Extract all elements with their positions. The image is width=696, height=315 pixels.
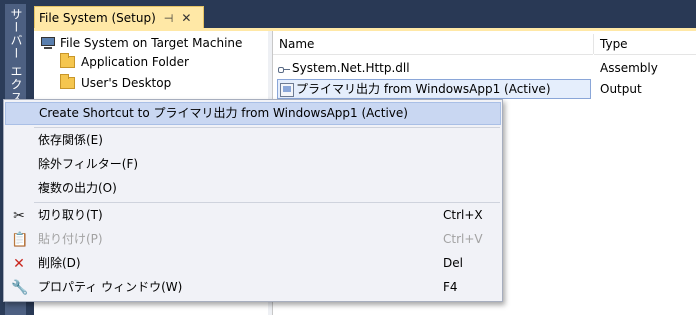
menu-item-shortcut: Ctrl+V: [443, 232, 483, 246]
menu-item-label: 複数の出力(O): [38, 181, 117, 195]
tree-node-root[interactable]: File System on Target Machine: [40, 33, 242, 53]
tree-node-root-label: File System on Target Machine: [60, 36, 243, 50]
folder-icon: [60, 74, 75, 89]
menu-item-shortcut: Del: [443, 256, 463, 270]
menu-item-cut[interactable]: ✂ 切り取り(T) Ctrl+X: [5, 204, 501, 227]
list-row-type: Assembly: [600, 61, 658, 75]
assembly-icon: [278, 65, 290, 73]
menu-item-delete[interactable]: ✕ 削除(D) Del: [5, 252, 501, 275]
project-output-icon: [280, 82, 294, 97]
menu-item-label: 除外フィルター(F): [38, 157, 139, 171]
menu-item-multiple-outputs[interactable]: 複数の出力(O): [5, 177, 501, 200]
menu-separator: [34, 127, 500, 128]
computer-icon: [40, 36, 56, 50]
clipboard-icon: 📋: [11, 232, 29, 248]
list-row-name: System.Net.Http.dll: [278, 58, 578, 78]
menu-item-label: 切り取り(T): [38, 208, 103, 222]
pin-icon[interactable]: ⊣: [164, 12, 174, 25]
column-header-type[interactable]: Type: [594, 31, 696, 55]
tree-node-label: Application Folder: [81, 55, 189, 69]
menu-item-shortcut: F4: [443, 280, 458, 294]
document-tab-title: File System (Setup): [39, 11, 156, 25]
menu-item-label: Create Shortcut to プライマリ出力 from WindowsA…: [39, 106, 408, 120]
close-icon[interactable]: ✕: [181, 11, 191, 25]
context-menu: Create Shortcut to プライマリ出力 from WindowsA…: [3, 99, 503, 302]
document-tab-file-system[interactable]: File System (Setup) ⊣ ✕: [34, 6, 204, 29]
menu-item-create-shortcut[interactable]: Create Shortcut to プライマリ出力 from WindowsA…: [5, 102, 501, 125]
delete-icon: ✕: [13, 256, 25, 272]
list-row-name: プライマリ出力 from WindowsApp1 (Active): [277, 79, 591, 99]
menu-item-label: 削除(D): [38, 256, 81, 270]
list-row-name-label: System.Net.Http.dll: [292, 61, 410, 75]
scissors-icon: ✂: [13, 208, 25, 224]
menu-separator: [34, 202, 500, 203]
menu-item-label: プロパティ ウィンドウ(W): [38, 280, 183, 294]
menu-item-label: 貼り付け(P): [38, 232, 103, 246]
list-row[interactable]: System.Net.Http.dll Assembly: [273, 58, 696, 78]
wrench-icon: 🔧: [11, 280, 29, 296]
menu-item-dependencies[interactable]: 依存関係(E): [5, 129, 501, 152]
menu-item-shortcut: Ctrl+X: [443, 208, 483, 222]
list-row-selected[interactable]: プライマリ出力 from WindowsApp1 (Active) Output: [273, 79, 696, 99]
menu-item-paste[interactable]: 📋 貼り付け(P) Ctrl+V: [5, 228, 501, 251]
menu-item-properties-window[interactable]: 🔧 プロパティ ウィンドウ(W) F4: [5, 276, 501, 299]
tree-node-label: User's Desktop: [81, 76, 172, 90]
list-row-type: Output: [600, 82, 642, 96]
list-row-name-label: プライマリ出力 from WindowsApp1 (Active): [296, 82, 551, 96]
folder-icon: [60, 53, 75, 68]
menu-item-label: 依存関係(E): [38, 133, 103, 147]
menu-item-exclude-filter[interactable]: 除外フィルター(F): [5, 153, 501, 176]
column-header-name[interactable]: Name: [273, 31, 593, 55]
tree-node-users-desktop[interactable]: User's Desktop: [60, 73, 171, 93]
tree-node-application-folder[interactable]: Application Folder: [60, 52, 189, 72]
